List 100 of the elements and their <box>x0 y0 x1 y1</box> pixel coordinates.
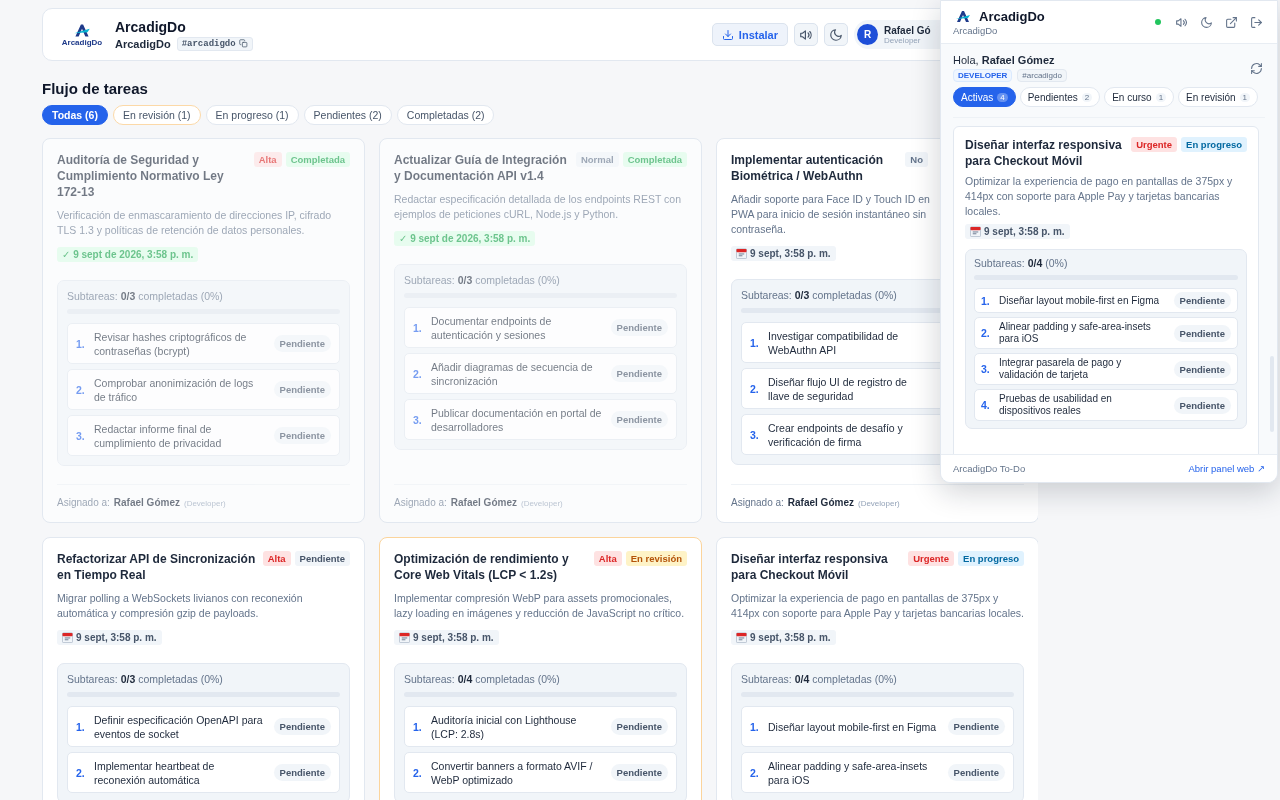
task-title: Auditoría de Seguridad y Cumplimiento Normativo Ley 172-13 <box>57 152 225 200</box>
greeting: Hola, Rafael Gómez <box>953 54 1056 66</box>
priority-badge: Alta <box>253 152 282 167</box>
subtask-status: Pendiente <box>610 764 668 781</box>
subtask-status: Pendiente <box>610 319 668 336</box>
status-badge: En progreso <box>958 551 1024 566</box>
assignee-label: Asignado a: <box>731 497 784 508</box>
subtask-status: Pendiente <box>273 427 331 444</box>
subtask-text: Alinear padding y safe-area-insets para iOS <box>768 758 929 787</box>
subtask-number: 2. <box>413 367 423 380</box>
status-badge: En progreso <box>1181 137 1247 152</box>
subtask-text: Añadir diagramas de secuencia de sincronización <box>431 359 594 388</box>
subtask-number: 2. <box>981 327 991 339</box>
subtask-status: Pendiente <box>947 764 1005 781</box>
user-name: Rafael Gó <box>884 24 931 36</box>
priority-badge: Urgente <box>1131 137 1178 152</box>
subtask-number: 4. <box>981 399 991 411</box>
workspace-name: ArcadigDo <box>115 37 171 50</box>
subtask-number: 1. <box>750 336 760 349</box>
popup-subtitle: ArcadigDo <box>953 24 999 36</box>
subtask-text: Diseñar layout mobile-first en Figma <box>768 719 938 734</box>
subtask-text: Diseñar layout mobile-first en Figma <box>999 294 1161 307</box>
footer-text: ArcadigDo To-Do <box>953 463 1026 474</box>
avatar: R <box>857 24 878 45</box>
assignee-label: Asignado a: <box>57 497 110 508</box>
subtask-status: Pendiente <box>273 764 331 781</box>
priority-badge: Normal <box>575 152 619 167</box>
subtask-number: 3. <box>76 429 86 442</box>
subtasks-summary: Subtareas: 0/3 completadas (0%) <box>67 673 224 685</box>
subtask-text: Convertir banners a formato AVIF / WebP optimizado <box>431 758 594 787</box>
subtask-number: 1. <box>76 720 86 733</box>
task-description: Verificación de enmascaramiento de direcciones IP, cifrado TLS 1.3 y políticas de retención de datos personales. <box>57 208 333 238</box>
assignee-name: Rafael Gómez <box>787 497 854 508</box>
subtask-number: 1. <box>981 294 991 307</box>
subtask-number: 2. <box>750 766 760 779</box>
subtask-text: Documentar endpoints de autenticación y sesiones <box>431 313 553 342</box>
subtask-number: 3. <box>750 428 760 441</box>
role-badge: DEVELOPER <box>953 69 1013 82</box>
subtask-text: Comprobar anonimización de logs de tráfico <box>94 375 255 404</box>
subtask-text: Implementar heartbeat de reconexión automática <box>94 758 216 787</box>
subtask-number: 2. <box>413 766 423 779</box>
status-badge: En revisión <box>625 551 687 566</box>
subtask-text: Investigar compatibilidad de WebAuthn API <box>768 328 900 357</box>
priority-badge: No <box>905 152 928 167</box>
task-title: Implementar autenticación Biométrica / WebAuthn <box>731 152 885 184</box>
assignee-role: (Developer) <box>857 499 900 508</box>
subtask-number: 2. <box>750 382 760 395</box>
user-role: Developer <box>884 35 922 45</box>
subtask-status: Pendiente <box>610 718 668 735</box>
popup-title: ArcadigDo <box>979 8 1045 24</box>
task-description: Redactar especificación detallada de los endpoints REST con ejemplos de peticiones cURL, Node.js y Python. <box>394 192 682 222</box>
task-description: Añadir soporte para Face ID y Touch ID en PWA para inicio de sesión instantáneo sin contraseña. <box>731 192 931 237</box>
subtask-text: Diseñar flujo UI de registro de llave de seguridad <box>768 374 908 403</box>
subtask-number: 2. <box>76 383 86 396</box>
subtask-number: 1. <box>413 321 423 334</box>
subtasks-summary: Subtareas: 0/3 completadas (0%) <box>67 290 224 302</box>
task-title: Refactorizar API de Sincronización en Tiempo Real <box>57 551 257 583</box>
tab-count: 1 <box>1239 92 1251 102</box>
subtasks-summary: Subtareas: 0/3 completadas (0%) <box>404 274 561 286</box>
assignee-name: Rafael Gómez <box>113 497 180 508</box>
due-date-chip: ✓ 9 sept de 2026, 3:58 p. m. <box>57 247 199 262</box>
subtask-status: Pendiente <box>610 411 668 428</box>
assignee-label: Asignado a: <box>394 497 447 508</box>
tab-count: 2 <box>1081 92 1093 102</box>
task-description: Implementar compresión WebP para assets promocionales, lazy loading en imágenes y reducción de JavaScript no crítico. <box>394 591 686 621</box>
due-date: 9 sept, 3:58 p. m. <box>750 248 831 259</box>
subtask-status: Pendiente <box>1173 292 1231 309</box>
task-description: Optimizar la experiencia de pago en pantallas de 375px y 414px con soporte para Apple Pay y tarjetas bancarias locales. <box>731 591 1024 621</box>
due-date: 9 sept, 3:58 p. m. <box>76 632 157 643</box>
task-title: Actualizar Guía de Integración y Documentación API v1.4 <box>394 152 568 184</box>
task-description: Optimizar la experiencia de pago en pantallas de 375px y 414px con soporte para Apple Pay y tarjetas bancarias locales. <box>965 174 1234 219</box>
logo-text: ArcadigDo <box>61 37 103 47</box>
assignee-name: Rafael Gómez <box>450 497 517 508</box>
subtasks-summary: Subtareas: 0/4 completadas (0%) <box>741 673 898 685</box>
status-badge: Completada <box>285 152 350 167</box>
subtask-text: Definir especificación OpenAPI para eventos de socket <box>94 712 264 741</box>
subtask-text: Redactar informe final de cumplimiento de privacidad <box>94 421 223 450</box>
priority-badge: Urgente <box>908 551 955 566</box>
priority-badge: Alta <box>593 551 622 566</box>
subtask-text: Revisar hashes criptográficos de contraseñas (bcrypt) <box>94 329 248 358</box>
app-title: ArcadigDo <box>115 18 187 35</box>
task-title: Diseñar interfaz responsiva para Checkout Móvil <box>965 137 1123 169</box>
tab-count: 4 <box>997 92 1008 102</box>
status-badge: Completada <box>622 152 687 167</box>
subtask-status: Pendiente <box>1173 360 1231 378</box>
due-date: 9 sept, 3:58 p. m. <box>413 632 494 643</box>
subtasks-summary: Subtareas: 0/4 completadas (0%) <box>404 673 561 685</box>
subtask-status: Pendiente <box>947 718 1005 735</box>
priority-badge: Alta <box>262 551 291 566</box>
subtask-status: Pendiente <box>273 335 331 352</box>
subtask-text: Crear endpoints de desafío y verificación de firma <box>768 420 904 449</box>
due-date: 9 sept, 3:58 p. m. <box>750 632 831 643</box>
subtask-number: 1. <box>750 720 760 733</box>
due-date-chip: ✓ 9 sept de 2026, 3:58 p. m. <box>394 231 536 246</box>
subtask-number: 1. <box>413 720 423 733</box>
subtask-number: 2. <box>76 766 86 779</box>
task-title: Optimización de rendimiento y Core Web Vitals (LCP < 1.2s) <box>394 551 570 583</box>
subtask-number: 3. <box>413 413 423 426</box>
due-date: 9 sept, 3:58 p. m. <box>984 226 1065 237</box>
subtask-status: Pendiente <box>273 718 331 735</box>
